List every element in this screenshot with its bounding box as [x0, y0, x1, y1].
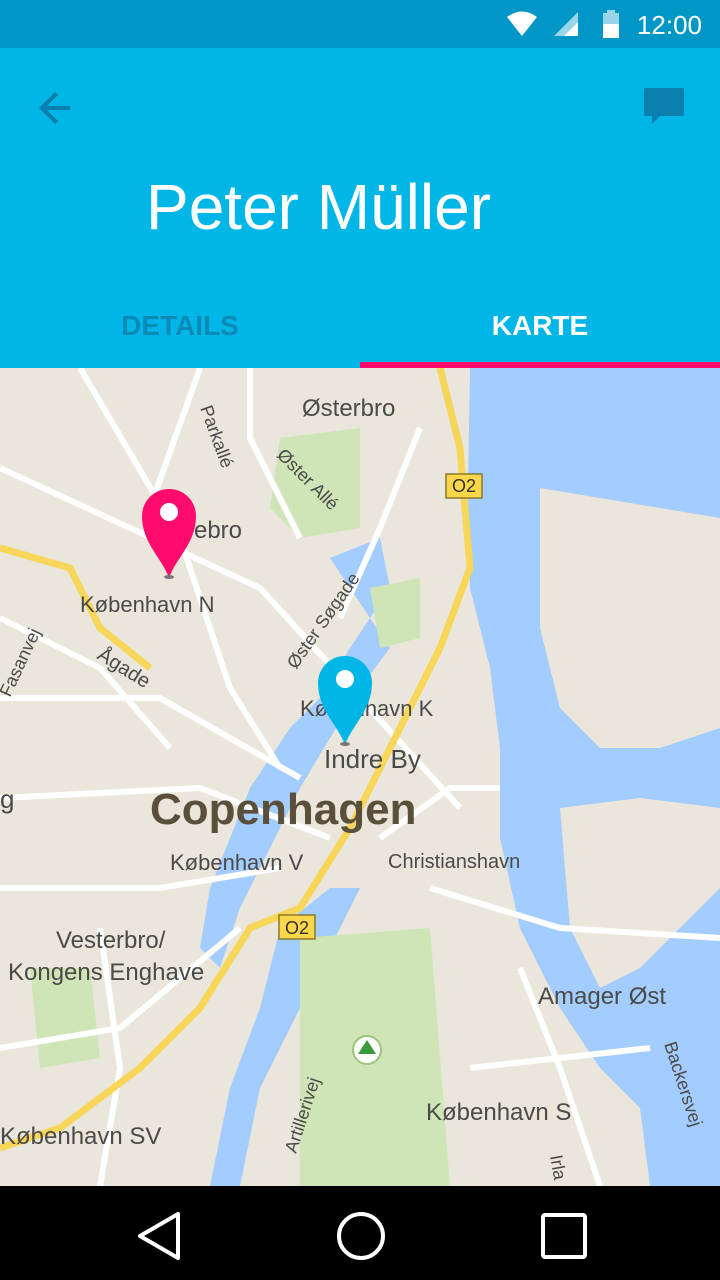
- back-triangle-icon[interactable]: [130, 1206, 190, 1266]
- page-title: Peter Müller: [146, 171, 491, 243]
- battery-icon: [603, 10, 619, 38]
- home-circle-icon[interactable]: [331, 1206, 391, 1266]
- label-parkalle: Parkallé: [196, 403, 237, 471]
- recents-square-icon[interactable]: [534, 1206, 594, 1266]
- label-kobenhavn-n: København N: [80, 592, 215, 617]
- label-indre-by: Indre By: [324, 744, 421, 774]
- arrow-back-icon[interactable]: [32, 84, 80, 132]
- svg-text:O2: O2: [285, 918, 309, 938]
- signal-icon: [554, 12, 578, 36]
- label-christianshavn: Christianshavn: [388, 851, 520, 873]
- app-bar: Peter Müller DETAILS KARTE: [0, 48, 720, 368]
- refshaleoen-land: [540, 488, 720, 748]
- label-osterbro: Østerbro: [302, 395, 395, 422]
- label-fasanvej: Fasanvej: [0, 625, 44, 700]
- label-kobenhavn-s: København S: [426, 1099, 571, 1126]
- label-left-edge: g: [0, 784, 14, 814]
- chat-bubble-icon[interactable]: [638, 82, 690, 134]
- label-amager-ost: Amager Øst: [538, 983, 666, 1010]
- label-vesterbro: Vesterbro/: [56, 927, 166, 954]
- tab-details[interactable]: DETAILS: [0, 284, 360, 368]
- svg-text:O2: O2: [452, 476, 476, 496]
- label-copenhagen: Copenhagen: [150, 785, 416, 834]
- park-icon: [352, 1035, 382, 1065]
- wifi-icon: [507, 11, 537, 36]
- label-kobenhavn-sv: København SV: [0, 1123, 161, 1150]
- label-irla: Irla: [546, 1153, 570, 1182]
- status-bar: 12:00: [0, 0, 720, 48]
- map-view[interactable]: O2 O2 Østerbro Nørrebro København N Ågad…: [0, 368, 720, 1186]
- road-shield-o2-bottom: O2: [278, 914, 316, 940]
- tab-karte[interactable]: KARTE: [360, 284, 720, 368]
- status-time: 12:00: [636, 10, 702, 40]
- label-kongens-enghave: Kongens Enghave: [8, 959, 204, 986]
- navigation-bar: [0, 1186, 720, 1280]
- label-kobenhavn-v: København V: [170, 850, 304, 875]
- road-shield-o2-top: O2: [445, 473, 483, 499]
